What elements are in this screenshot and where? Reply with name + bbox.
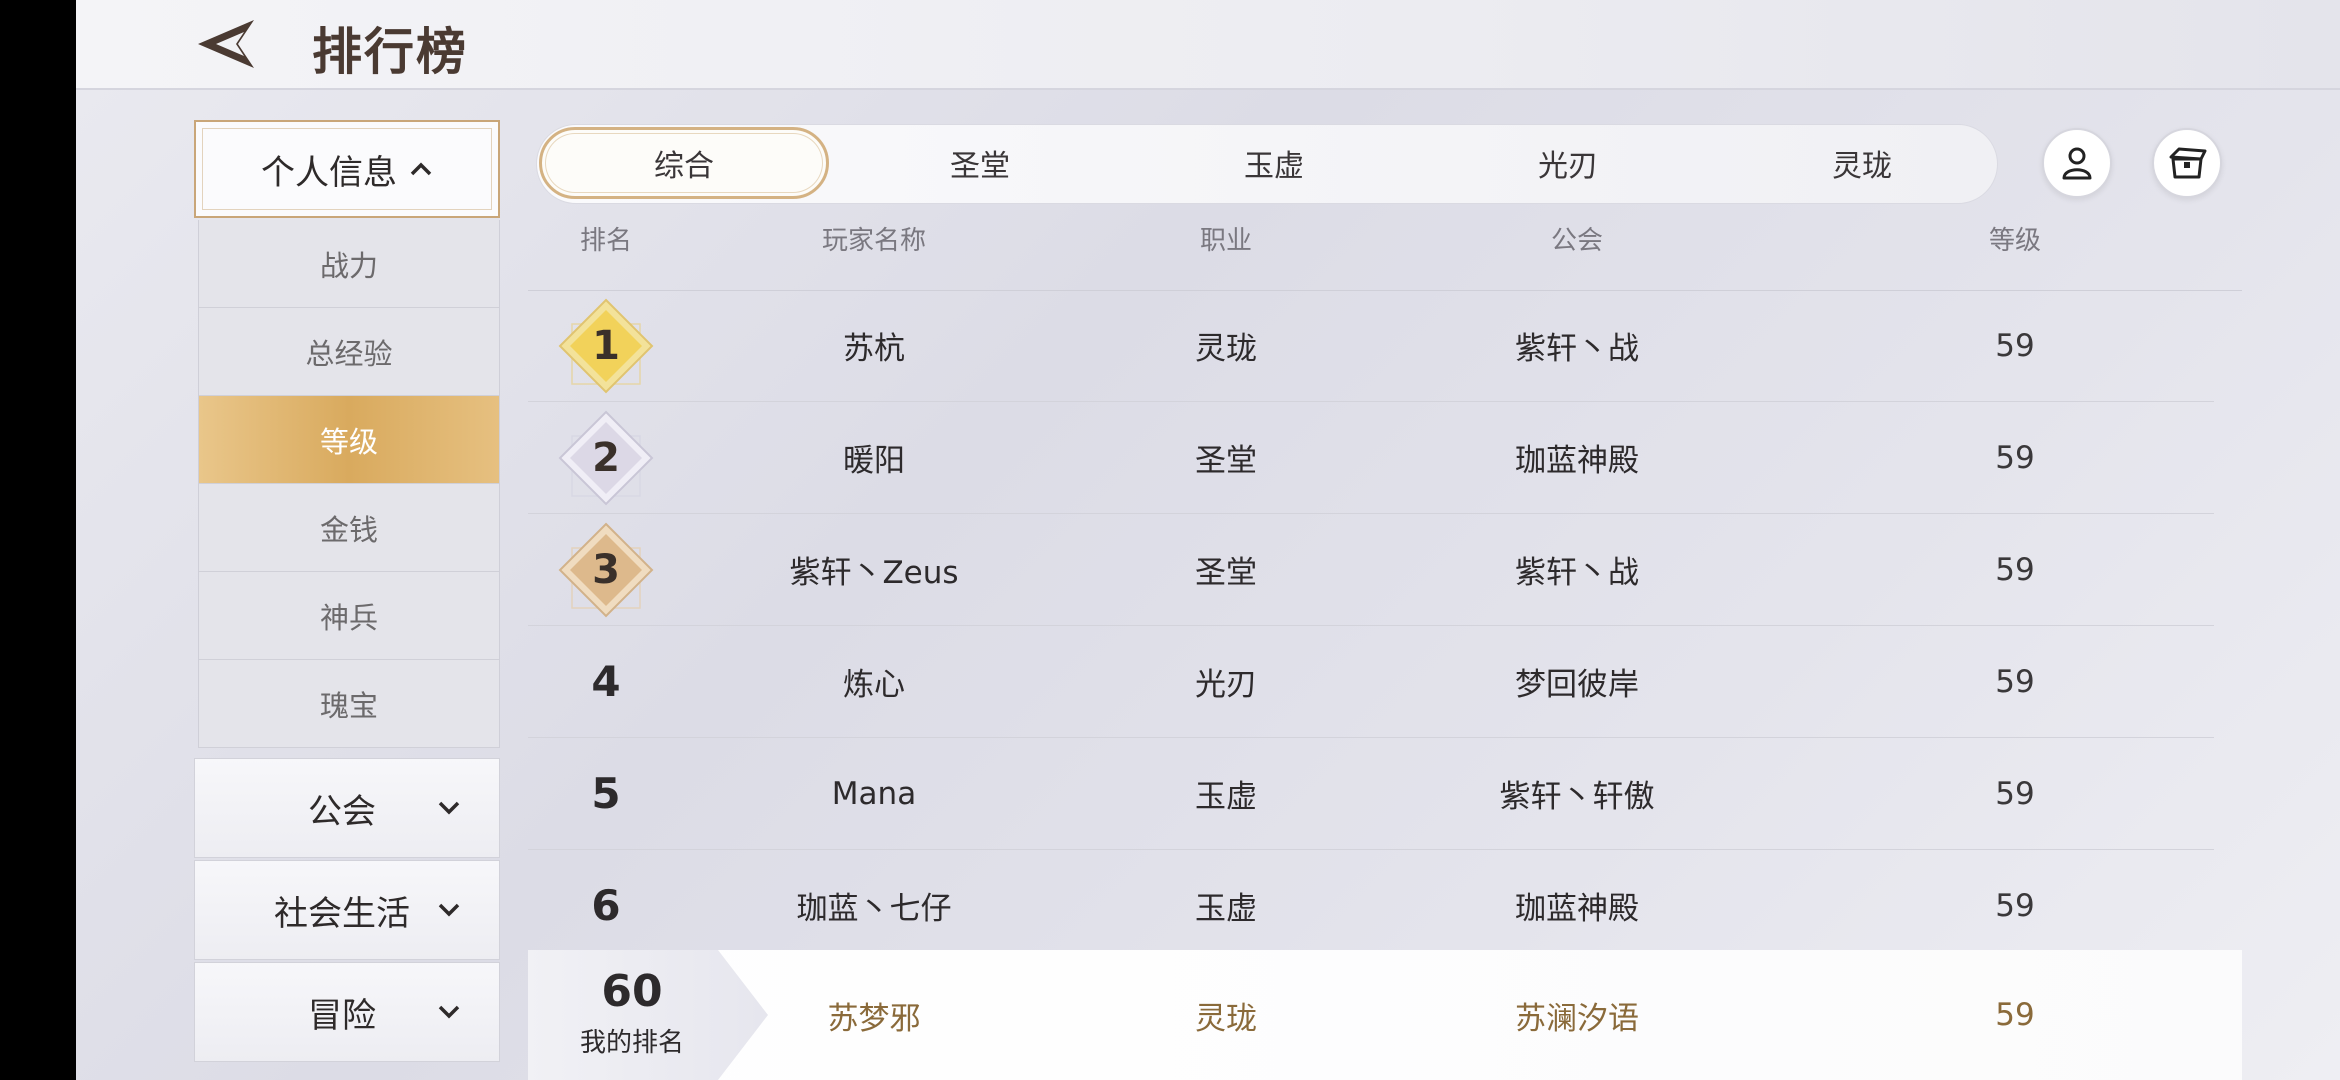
player-guild: 珈蓝神殿 — [1515, 891, 1639, 927]
tab-all[interactable]: 综合 — [539, 127, 829, 199]
class-tabs: 综合 圣堂 玉虚 光刃 灵珑 — [536, 124, 1998, 204]
sub-item-treasure[interactable]: 瑰宝 — [199, 660, 499, 748]
player-guild: 紫轩丶轩傲 — [1499, 779, 1655, 815]
header-player-name: 玩家名称 — [821, 226, 927, 256]
my-rank-label: 我的排名 — [579, 1028, 684, 1058]
my-player-level: 59 — [1995, 997, 2035, 1033]
header-class: 职业 — [1199, 226, 1253, 256]
player-guild: 珈蓝神殿 — [1515, 443, 1639, 479]
player-name: Mana — [831, 775, 917, 812]
top-bar: 排行榜 — [76, 0, 2340, 90]
category-label: 冒险 — [308, 995, 376, 1036]
table-row[interactable]: 3 紫轩丶Zeus 圣堂 紫轩丶战 59 — [528, 514, 2214, 626]
category-label: 公会 — [308, 791, 376, 832]
player-name: 苏杭 — [843, 331, 905, 367]
category-label: 个人信息 — [261, 152, 397, 193]
page-title: 排行榜 — [312, 22, 468, 81]
player-name: 紫轩丶Zeus — [789, 555, 959, 591]
player-class: 玉虚 — [1195, 779, 1257, 815]
table-row[interactable]: 2 暖阳 圣堂 珈蓝神殿 59 — [528, 402, 2214, 514]
rank-number: 5 — [591, 769, 621, 818]
player-name: 炼心 — [843, 667, 905, 703]
player-level: 59 — [1995, 775, 2035, 812]
tab-yuxu[interactable]: 玉虚 — [1129, 127, 1419, 199]
category-social-life[interactable]: 社会生活 — [194, 860, 500, 960]
table-row[interactable]: 6 珈蓝丶七仔 玉虚 珈蓝神殿 59 — [528, 850, 2214, 962]
player-class: 玉虚 — [1195, 891, 1257, 927]
header-rank: 排名 — [579, 226, 633, 256]
category-guild[interactable]: 公会 — [194, 758, 500, 858]
rank-number: 1 — [592, 322, 620, 369]
table-row[interactable]: 4 炼心 光刃 梦回彼岸 59 — [528, 626, 2214, 738]
table-row[interactable]: 1 苏杭 灵珑 紫轩丶战 59 — [528, 290, 2214, 402]
table-header: 排名 玩家名称 职业 公会 等级 — [528, 220, 2242, 291]
player-guild: 梦回彼岸 — [1515, 667, 1639, 703]
player-level: 59 — [1995, 887, 2035, 924]
category-label: 社会生活 — [274, 893, 410, 934]
chevron-down-icon — [437, 997, 461, 1027]
player-class: 圣堂 — [1195, 555, 1257, 591]
tab-shengtang[interactable]: 圣堂 — [835, 127, 1125, 199]
header-level: 等级 — [1988, 226, 2042, 256]
leaderboard-screen: 排行榜 个人信息 战力 总经验 等级 金钱 神兵 瑰宝 公会 社会生活 冒险 综… — [76, 0, 2340, 1080]
back-arrow-icon[interactable] — [194, 14, 264, 74]
player-class: 灵珑 — [1195, 331, 1257, 367]
player-class: 圣堂 — [1195, 443, 1257, 479]
tab-guangren[interactable]: 光刃 — [1423, 127, 1713, 199]
chevron-down-icon — [437, 895, 461, 925]
chevron-up-icon — [409, 154, 433, 184]
rank-medal-silver: 2 — [558, 402, 654, 513]
player-guild: 紫轩丶战 — [1515, 331, 1639, 367]
player-name: 珈蓝丶七仔 — [796, 891, 952, 927]
user-icon[interactable] — [2042, 128, 2112, 198]
sub-category-list: 战力 总经验 等级 金钱 神兵 瑰宝 — [198, 220, 500, 748]
sub-item-total-exp[interactable]: 总经验 — [199, 308, 499, 396]
my-player-class: 灵珑 — [1195, 1000, 1257, 1037]
header-guild: 公会 — [1550, 226, 1604, 256]
chevron-down-icon — [437, 793, 461, 823]
rank-number: 6 — [591, 881, 621, 930]
category-adventure[interactable]: 冒险 — [194, 962, 500, 1062]
my-player-name: 苏梦邪 — [827, 1000, 921, 1037]
sub-item-combat-power[interactable]: 战力 — [199, 220, 499, 308]
table-row[interactable]: 5 Mana 玉虚 紫轩丶轩傲 59 — [528, 738, 2214, 850]
rank-medal-bronze: 3 — [558, 514, 654, 625]
player-guild: 紫轩丶战 — [1515, 555, 1639, 591]
my-rank-bar[interactable]: 60 我的排名 苏梦邪 灵珑 苏澜汐语 59 — [528, 950, 2242, 1080]
sub-item-money[interactable]: 金钱 — [199, 484, 499, 572]
sub-item-divine-weapon[interactable]: 神兵 — [199, 572, 499, 660]
player-level: 59 — [1995, 663, 2035, 700]
player-level: 59 — [1995, 551, 2035, 588]
player-level: 59 — [1995, 439, 2035, 476]
leaderboard-rows: 1 苏杭 灵珑 紫轩丶战 59 2 暖阳 圣堂 珈蓝神殿 59 3 紫轩丶Zeu… — [528, 290, 2214, 962]
tab-linglong[interactable]: 灵珑 — [1717, 127, 2007, 199]
rank-number: 2 — [592, 434, 620, 481]
my-rank-number: 60 — [601, 966, 663, 1017]
sub-item-level[interactable]: 等级 — [199, 396, 499, 484]
my-player-guild: 苏澜汐语 — [1515, 1000, 1639, 1037]
rank-number: 3 — [592, 546, 620, 593]
player-level: 59 — [1995, 327, 2035, 364]
treasure-chest-icon[interactable] — [2152, 128, 2222, 198]
rank-number: 4 — [591, 657, 621, 706]
player-name: 暖阳 — [843, 443, 905, 479]
player-class: 光刃 — [1195, 667, 1257, 703]
rank-medal-gold: 1 — [558, 290, 654, 401]
category-personal-info[interactable]: 个人信息 — [194, 120, 500, 218]
